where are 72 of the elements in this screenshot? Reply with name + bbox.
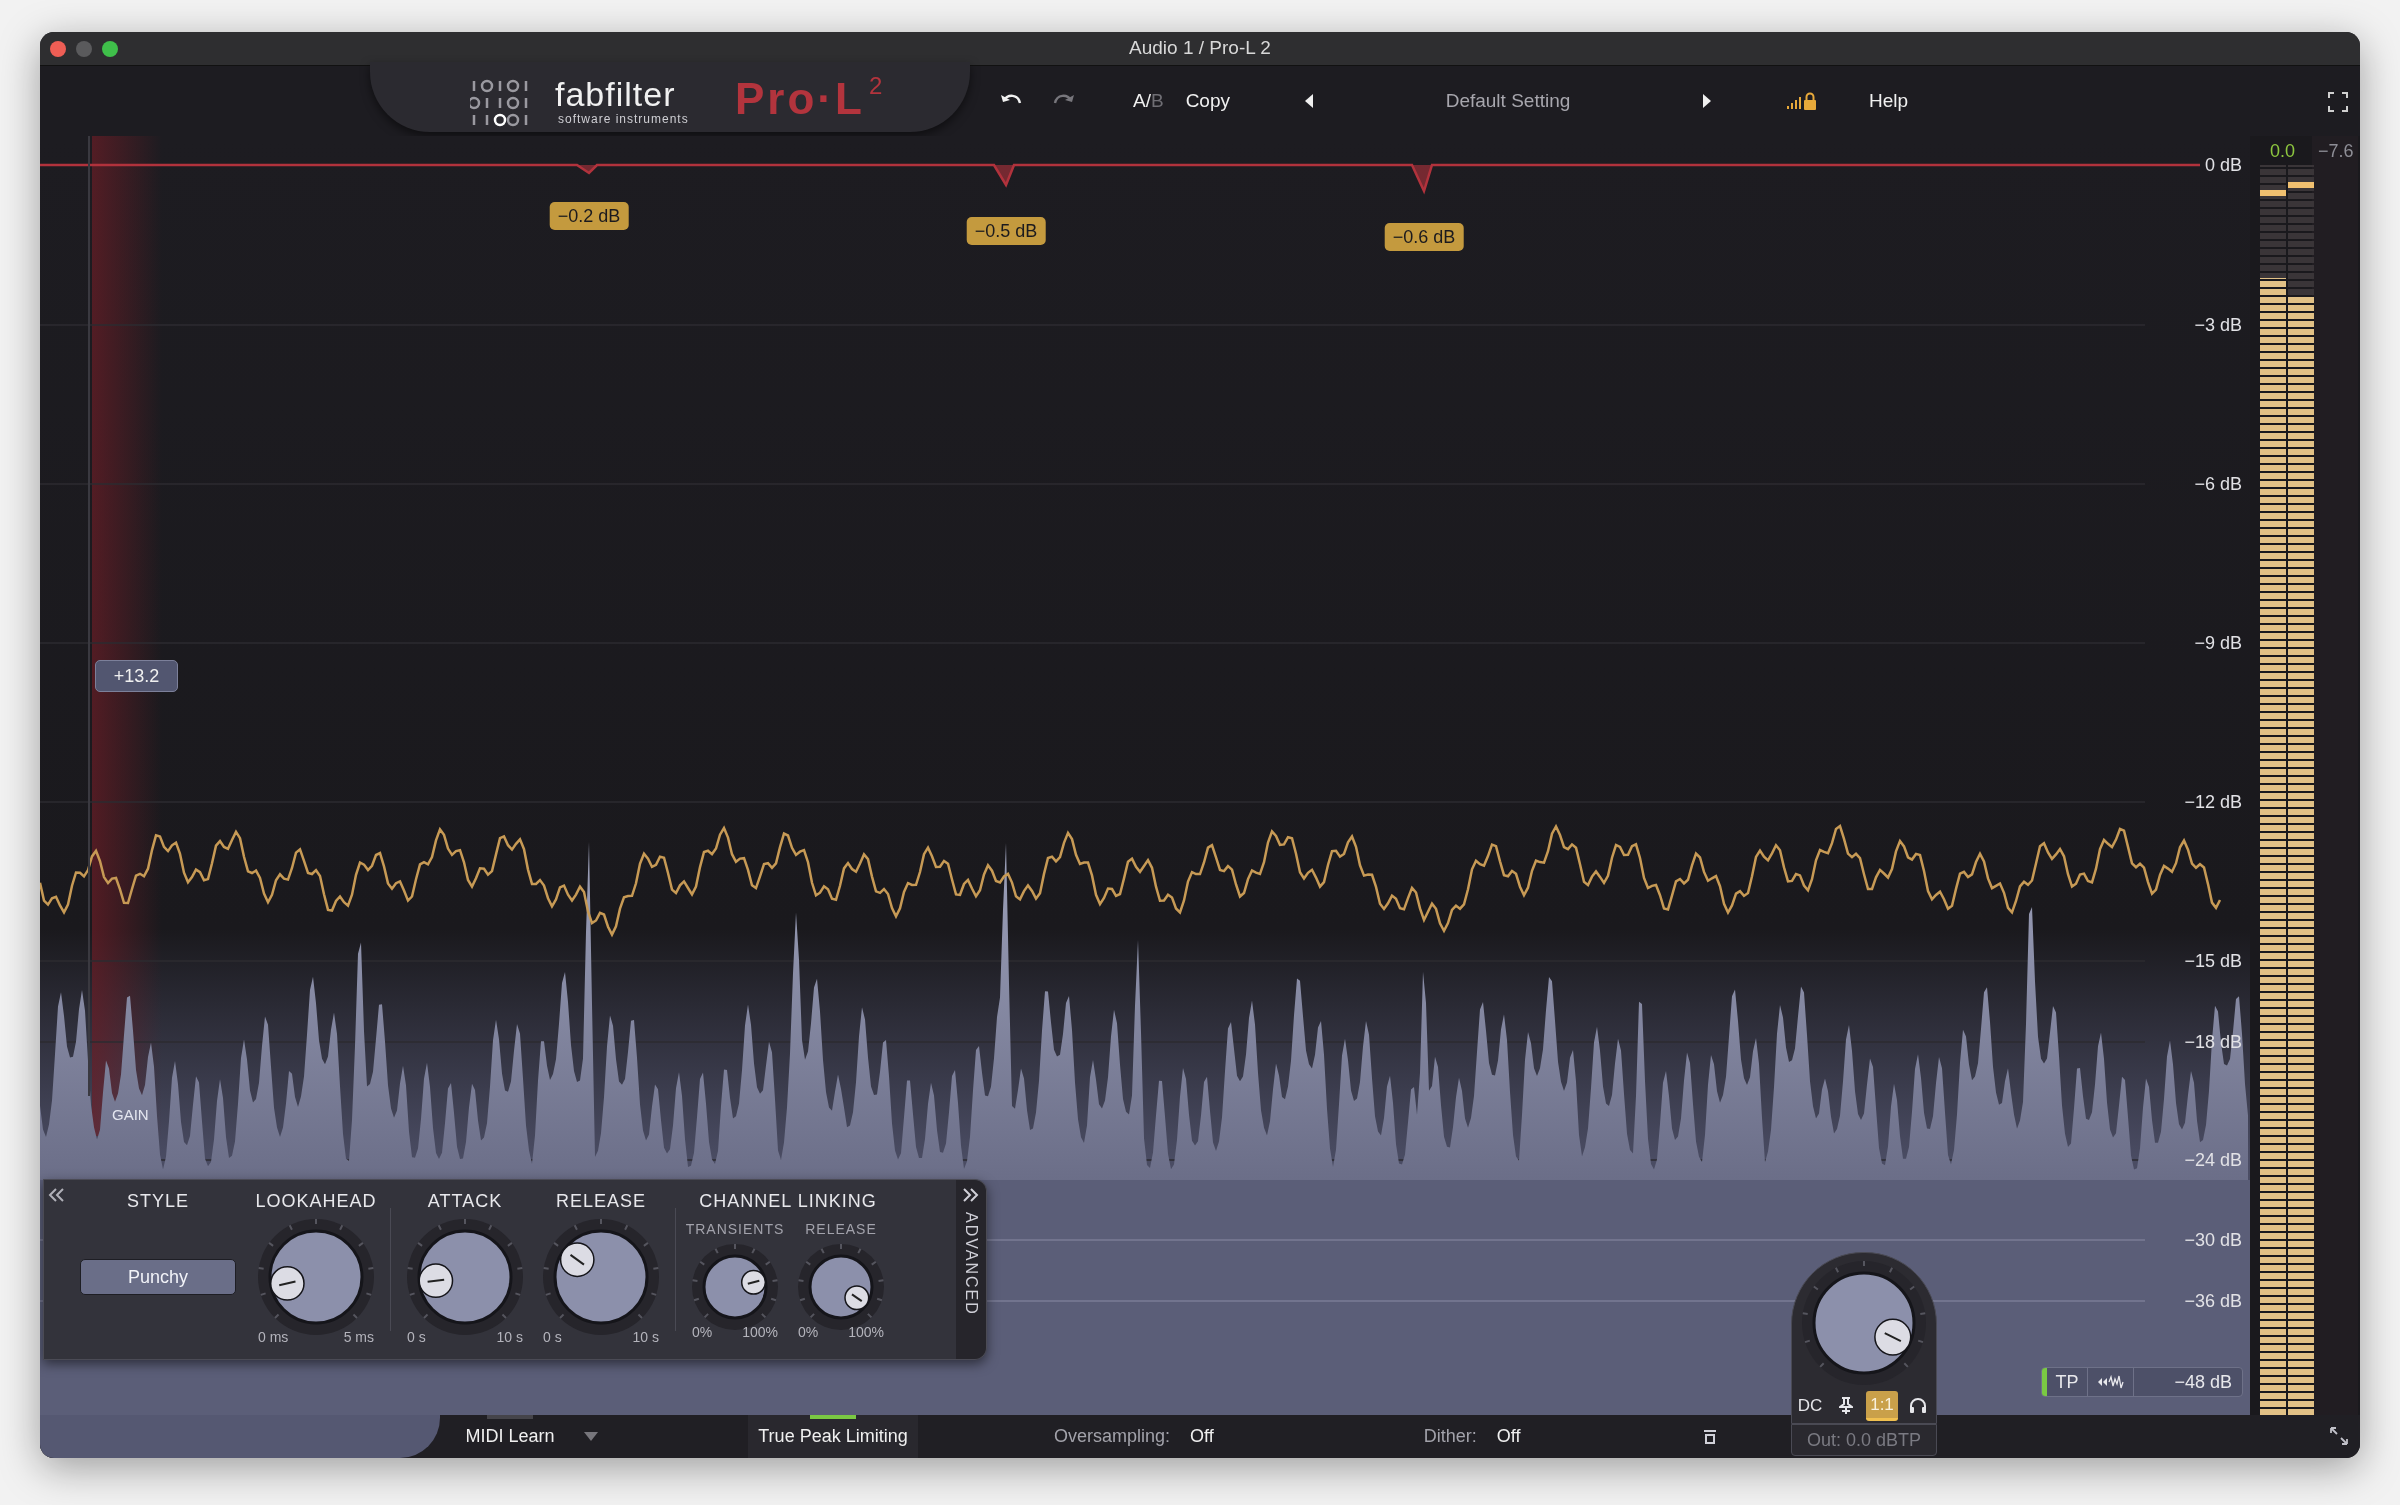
min-label: 0 ms [258,1328,289,1347]
gain-reduction-readout: −7.6 [2318,140,2354,163]
max-label: 10 s [632,1328,659,1347]
peak-hold-marker [2260,190,2286,197]
scale-label: −24 dB [2184,1150,2242,1170]
section-title: STYLE [127,1190,189,1213]
brand-name: fabfilter [555,76,677,112]
knob[interactable] [1800,1259,1928,1387]
product-name: Pro·L [735,74,865,124]
toggle-button[interactable]: MIDI Learn [440,1415,580,1458]
min-label: 0% [798,1323,819,1342]
product-version: 2 [868,74,883,98]
previous-preset-icon[interactable] [1304,93,1314,109]
oversampling-value[interactable]: Off [1190,1423,1214,1450]
scale-label: −15 dB [2184,951,2242,971]
window-title: Audio 1 / Pro-L 2 [1129,36,1271,61]
dropdown-caret-icon[interactable] [584,1432,598,1441]
section-title: CHANNEL LINKING [699,1190,877,1213]
peak-readout: 0.0 [2270,140,2296,163]
signal-lock-icon[interactable] [1787,92,1817,110]
min-label: 0 s [407,1328,426,1347]
section-title: RELEASE [555,1190,646,1213]
gain-value-badge[interactable]: +13.2 [95,660,178,692]
fullscreen-icon[interactable] [2328,92,2348,112]
scale-label: −12 dB [2184,792,2242,812]
preset-name[interactable]: Default Setting [1314,86,1702,116]
collapse-icon[interactable] [48,1188,64,1202]
min-label: 0 s [543,1328,562,1347]
knob-label: RELEASE [805,1220,877,1239]
gain-reduction-label: −0.6 dB [1384,223,1464,251]
true-peak-toggle[interactable]: TP [2042,1368,2088,1396]
section-title: LOOKAHEAD [255,1190,377,1213]
section-title: ATTACK [427,1190,503,1213]
resize-icon[interactable] [2330,1427,2348,1445]
toggle-button[interactable]: True Peak Limiting [748,1415,918,1458]
panel-toggle-icon[interactable] [1703,1429,1718,1444]
scale-label: −3 dB [2194,315,2242,335]
max-label: 5 ms [343,1328,374,1347]
scale-label: −36 dB [2184,1291,2242,1311]
scale-label: −30 dB [2184,1230,2242,1250]
help-button[interactable]: Help [1869,86,1909,116]
waveform-icon [2096,1374,2125,1390]
gain-reduction-label: −0.2 dB [549,202,629,230]
meter-range-button[interactable]: −48 dB [2134,1368,2242,1396]
output-level-field: Out: 0.0 dBTP [1791,1424,1937,1456]
dither-label: Dither: [1423,1425,1477,1448]
gain-label: GAIN [112,1105,149,1125]
max-label: 100% [742,1323,778,1342]
expand-icon [963,1188,979,1202]
style-selector[interactable]: Punchy [80,1259,236,1295]
scale-label: −9 dB [2194,633,2242,653]
oversampling-label: Oversampling: [1054,1425,1171,1448]
max-label: 10 s [496,1328,523,1347]
brand-tagline: software instruments [557,112,689,126]
output-option-button[interactable]: DC [1794,1391,1826,1421]
scale-label: −6 dB [2194,474,2242,494]
next-preset-icon[interactable] [1702,93,1712,109]
zoom-button[interactable] [102,40,118,57]
headphones-icon [1909,1398,1927,1414]
max-label: 100% [848,1323,884,1342]
copy-button[interactable]: Copy [1185,86,1230,116]
scale-label: 0 dB [2204,155,2242,175]
peak-hold-marker [2288,181,2314,188]
close-button[interactable] [50,40,66,57]
scale-label: −18 dB [2184,1032,2242,1052]
pin-icon [1839,1397,1853,1415]
dither-value[interactable]: Off [1496,1423,1521,1450]
advanced-tab[interactable]: ADVANCED [956,1180,986,1359]
knob-label: TRANSIENTS [685,1220,785,1239]
min-label: 0% [692,1323,713,1342]
gain-reduction-label: −0.5 dB [966,217,1046,245]
ab-toggle[interactable]: A/ [1133,86,1151,116]
